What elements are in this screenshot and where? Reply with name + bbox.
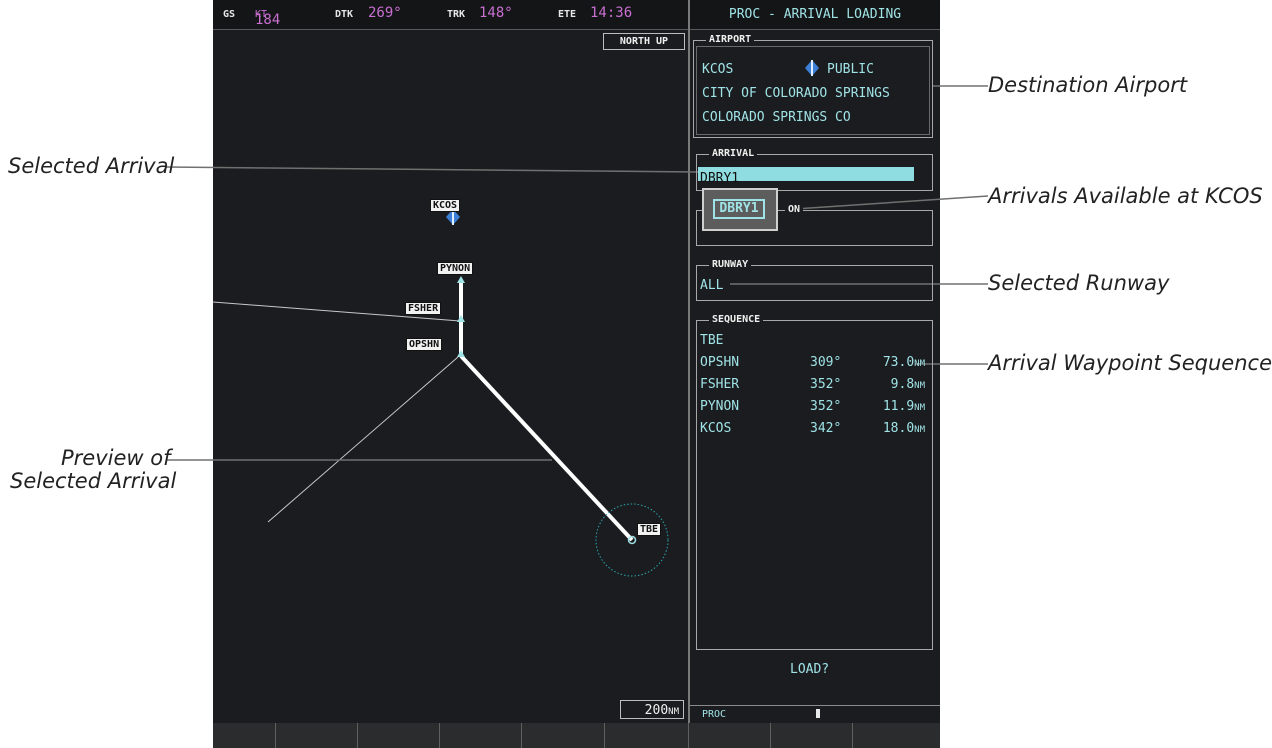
map-orientation: NORTH UP [603,33,685,50]
cursor-block [816,709,820,718]
airport-type-icon [805,60,819,76]
sequence-row: KCOS 342° 18.0NM [697,421,937,441]
transition-section-title: ON [785,204,804,216]
arrival-selected-field[interactable]: DBRY1 [698,167,914,186]
sequence-waypoint: OPSHN [700,355,740,370]
arrival-route [459,354,634,542]
sequence-distance: 11.9NM [882,399,925,414]
runway-section: RUNWAY ALL [696,259,933,301]
waypoint-label-tbe: TBE [637,523,662,536]
softkey-divider [770,723,771,748]
softkey-divider [604,723,605,748]
softkey-bar [213,723,940,748]
arrival-section-title: ARRIVAL [709,148,758,160]
waypoint-triangle [457,276,465,283]
airport-location: COLORADO SPRINGS CO [702,110,851,125]
airport-id: KCOS [702,62,734,77]
callout-destination-airport: Destination Airport [988,73,1188,97]
runway-value[interactable]: ALL [700,278,723,293]
sequence-distance: 18.0NM [882,421,925,436]
airway-line [267,356,459,523]
callout-selected-runway: Selected Runway [988,271,1170,295]
sequence-course: 342° [810,421,842,436]
sequence-distance: 73.0NM [882,355,925,370]
sequence-section: SEQUENCE TBE OPSHN 309° 73.0NM FSHER 352… [696,314,933,650]
proc-footer-label: PROC [702,709,727,720]
airport-section-title: AIRPORT [706,34,755,46]
callout-leader [165,166,699,173]
callout-waypoint-sequence: Arrival Waypoint Sequence [988,351,1272,375]
sequence-course: 309° [810,355,842,370]
sequence-waypoint: KCOS [700,421,732,436]
arrival-selected-value: DBRY1 [700,171,740,186]
waypoint-label-opshn: OPSHN [406,338,443,351]
sequence-course: 352° [810,399,842,414]
sequence-row: PYNON 352° 11.9NM [697,399,937,419]
sequence-row: OPSHN 309° 73.0NM [697,355,937,375]
runway-section-title: RUNWAY [709,259,752,271]
arrival-options-popup: DBRY1 [702,188,778,231]
sequence-waypoint: FSHER [700,377,740,392]
sequence-start: TBE [697,333,937,353]
softkey-divider [521,723,522,748]
softkey-divider [275,723,276,748]
softkey-divider [688,723,689,748]
proc-footer: PROC [690,705,940,724]
arrival-option-item[interactable]: DBRY1 [713,199,765,219]
callout-preview-line2: Selected Arrival [10,469,177,493]
waypoint-label-kcos: KCOS [430,199,461,212]
waypoint-triangle [457,315,465,322]
sequence-course: 352° [810,377,842,392]
callout-preview-line1: Preview of [61,446,171,470]
softkey-divider [357,723,358,748]
sequence-waypoint: PYNON [700,399,740,414]
waypoint-label-fsher: FSHER [405,302,442,315]
softkey-divider [852,723,853,748]
load-prompt[interactable]: LOAD? [790,662,829,677]
callout-leader [794,195,989,210]
sequence-section-title: SEQUENCE [709,314,764,326]
map-range: 200NM [620,700,684,719]
airport-name: CITY OF COLORADO SPRINGS [702,86,890,101]
sequence-start-waypoint: TBE [700,333,724,348]
waypoint-label-pynon: PYNON [437,262,474,275]
sequence-distance: 9.8NM [890,377,925,392]
callout-selected-arrival: Selected Arrival [8,154,175,178]
airport-type: PUBLIC [827,62,874,77]
callout-arrivals-available: Arrivals Available at KCOS [988,184,1263,208]
waypoint-triangle [457,350,465,357]
sequence-row: FSHER 352° 9.8NM [697,377,937,397]
softkey-divider [439,723,440,748]
